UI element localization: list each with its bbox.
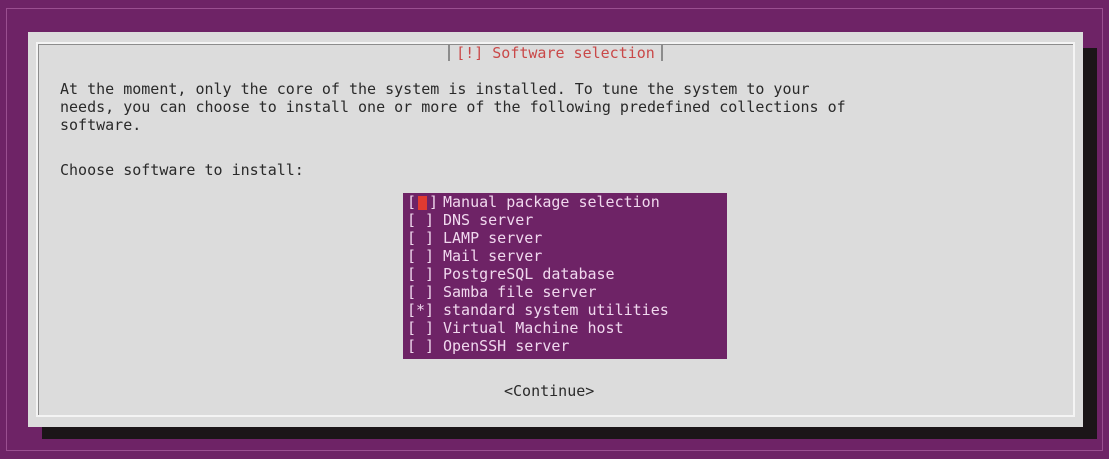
item-label: DNS server: [443, 211, 534, 229]
title-bar: [!] Software selection: [38, 42, 1073, 64]
checkbox[interactable]: [ ]: [407, 283, 443, 301]
list-item[interactable]: [ ] DNS server: [407, 211, 727, 229]
continue-button[interactable]: <Continue>: [504, 382, 594, 400]
checkbox[interactable]: []: [407, 193, 443, 211]
cursor: [418, 195, 428, 210]
checkbox[interactable]: [ ]: [407, 247, 443, 265]
list-item[interactable]: [ ] OpenSSH server: [407, 337, 727, 355]
choose-prompt: Choose software to install:: [60, 161, 304, 179]
list-item[interactable]: [ ] Samba file server: [407, 283, 727, 301]
item-label: Virtual Machine host: [443, 319, 624, 337]
checkbox[interactable]: [ ]: [407, 211, 443, 229]
checkbox[interactable]: [ ]: [407, 265, 443, 283]
item-label: Manual package selection: [443, 193, 660, 211]
checkbox[interactable]: [ ]: [407, 337, 443, 355]
item-label: Samba file server: [443, 283, 597, 301]
item-label: standard system utilities: [443, 301, 669, 319]
checkbox[interactable]: [*]: [407, 301, 443, 319]
list-item[interactable]: [] Manual package selection: [407, 193, 727, 211]
list-item[interactable]: [ ] Virtual Machine host: [407, 319, 727, 337]
software-list: [] Manual package selection [ ] DNS serv…: [403, 193, 727, 359]
item-label: OpenSSH server: [443, 337, 570, 355]
list-item[interactable]: [ ] LAMP server: [407, 229, 727, 247]
checkbox[interactable]: [ ]: [407, 319, 443, 337]
list-item[interactable]: [ ] PostgreSQL database: [407, 265, 727, 283]
item-label: LAMP server: [443, 229, 543, 247]
list-item[interactable]: [ ] Mail server: [407, 247, 727, 265]
item-label: PostgreSQL database: [443, 265, 615, 283]
list-item[interactable]: [*] standard system utilities: [407, 301, 727, 319]
dialog-frame: [!] Software selection At the moment, on…: [36, 42, 1075, 417]
item-label: Mail server: [443, 247, 543, 265]
dialog-title: [!] Software selection: [448, 45, 663, 61]
checkbox[interactable]: [ ]: [407, 229, 443, 247]
dialog-description: At the moment, only the core of the syst…: [60, 80, 846, 134]
software-selection-dialog: [!] Software selection At the moment, on…: [28, 32, 1083, 427]
